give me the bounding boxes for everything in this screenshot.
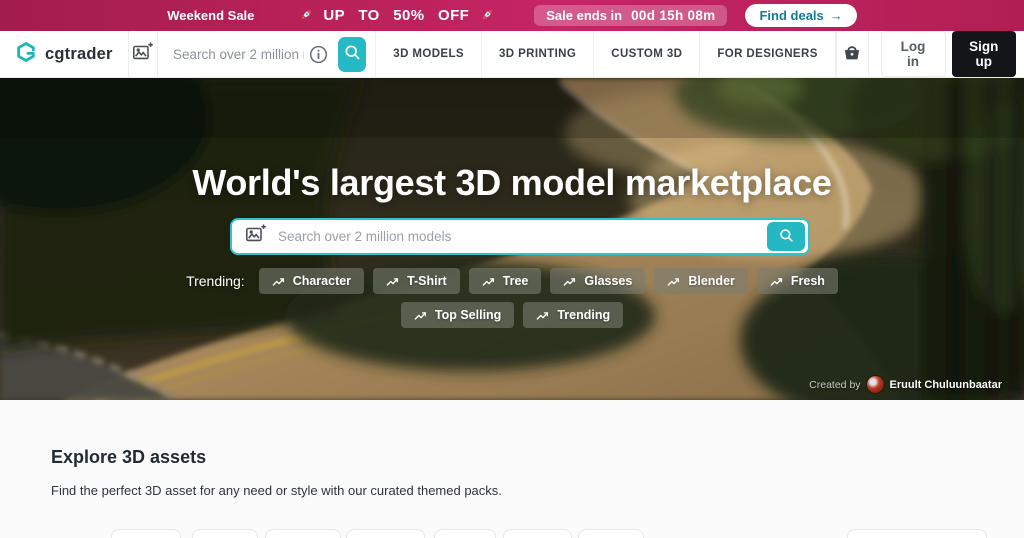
image-add-icon — [243, 223, 268, 250]
cgtrader-logo-icon — [15, 41, 37, 68]
category-chip[interactable] — [346, 529, 425, 538]
explore-title: Explore 3D assets — [51, 447, 206, 468]
tag-glasses[interactable]: Glasses — [550, 268, 645, 294]
trending-label: Trending: — [186, 273, 245, 289]
trending-arrow-icon — [770, 276, 784, 287]
explore-subtitle: Find the perfect 3D asset for any need o… — [51, 483, 502, 498]
signup-button[interactable]: Sign up — [952, 31, 1016, 77]
tag-fresh[interactable]: Fresh — [757, 268, 838, 294]
image-add-icon — [130, 41, 155, 68]
main-navbar: cgtrader — [0, 31, 1024, 78]
hero-section: World's largest 3D model marketplace — [0, 78, 1024, 400]
brand-name: cgtrader — [45, 45, 113, 64]
trending-arrow-icon — [563, 276, 577, 287]
brand-logo[interactable]: cgtrader — [0, 31, 129, 77]
navbar-search-input[interactable] — [158, 31, 308, 77]
countdown-label: Sale ends in — [546, 8, 622, 23]
trending-tags-row-2: Top Selling Trending — [0, 302, 1024, 328]
tag-tree[interactable]: Tree — [469, 268, 542, 294]
category-chip[interactable] — [503, 529, 572, 538]
created-by-label: Created by — [809, 379, 860, 391]
arrow-right-icon: → — [830, 8, 843, 23]
trending-arrow-icon — [536, 310, 550, 321]
rocket-icon — [297, 7, 314, 24]
creator-avatar — [867, 376, 884, 393]
trending-arrow-icon — [414, 310, 428, 321]
tag-t-shirt[interactable]: T-Shirt — [373, 268, 460, 294]
category-chip[interactable] — [111, 529, 181, 538]
countdown-value: 00d 15h 08m — [631, 8, 715, 23]
magnifier-icon — [343, 43, 362, 65]
nav-link-3d-printing[interactable]: 3D PRINTING — [481, 31, 593, 77]
promo-banner: Weekend Sale UP TO 50% OFF Sa — [0, 0, 1024, 31]
hero-title: World's largest 3D model marketplace — [0, 162, 1024, 204]
category-chip[interactable] — [434, 529, 496, 538]
tag-character[interactable]: Character — [259, 268, 364, 294]
category-chip[interactable] — [578, 529, 644, 538]
magnifier-icon — [778, 227, 795, 247]
nav-link-for-designers[interactable]: FOR DESIGNERS — [699, 31, 835, 77]
cart-button[interactable] — [836, 31, 869, 77]
category-chip-wide[interactable] — [847, 529, 987, 538]
weekend-sale-label: Weekend Sale — [167, 8, 254, 23]
info-icon[interactable] — [308, 44, 329, 65]
login-button[interactable]: Log in — [881, 31, 946, 77]
trending-arrow-icon — [386, 276, 400, 287]
trending-arrow-icon — [667, 276, 681, 287]
find-deals-label: Find deals — [759, 8, 823, 23]
trending-arrow-icon — [482, 276, 496, 287]
visual-search-button[interactable] — [129, 31, 158, 77]
hero-search-input[interactable] — [278, 229, 767, 244]
cgtrader-homepage: Weekend Sale UP TO 50% OFF Sa — [0, 0, 1024, 538]
navbar-search-button[interactable] — [338, 37, 366, 72]
trending-arrow-icon — [272, 276, 286, 287]
creator-credit[interactable]: Created by Eruult Chuluunbaatar — [809, 376, 1002, 393]
tag-trending[interactable]: Trending — [523, 302, 623, 328]
creator-name: Eruult Chuluunbaatar — [890, 379, 1002, 391]
nav-link-3d-models[interactable]: 3D MODELS — [375, 31, 481, 77]
sale-countdown: Sale ends in 00d 15h 08m — [534, 5, 727, 26]
tag-blender[interactable]: Blender — [654, 268, 748, 294]
find-deals-button[interactable]: Find deals → — [745, 4, 856, 27]
trending-tags-row-1: Trending: Character T-Shirt Tree Glasses… — [0, 268, 1024, 294]
explore-section: Explore 3D assets Find the perfect 3D as… — [0, 400, 1024, 538]
basket-icon — [841, 41, 863, 68]
hero-visual-search-button[interactable] — [232, 223, 278, 250]
tag-top-selling[interactable]: Top Selling — [401, 302, 514, 328]
rocket-icon — [478, 7, 495, 24]
nav-link-custom-3d[interactable]: CUSTOM 3D — [593, 31, 699, 77]
category-chip[interactable] — [265, 529, 341, 538]
promo-text: UP TO 50% OFF — [323, 7, 469, 24]
category-chip[interactable] — [192, 529, 258, 538]
hero-search-bar — [230, 218, 810, 255]
hero-search-button[interactable] — [767, 222, 805, 251]
